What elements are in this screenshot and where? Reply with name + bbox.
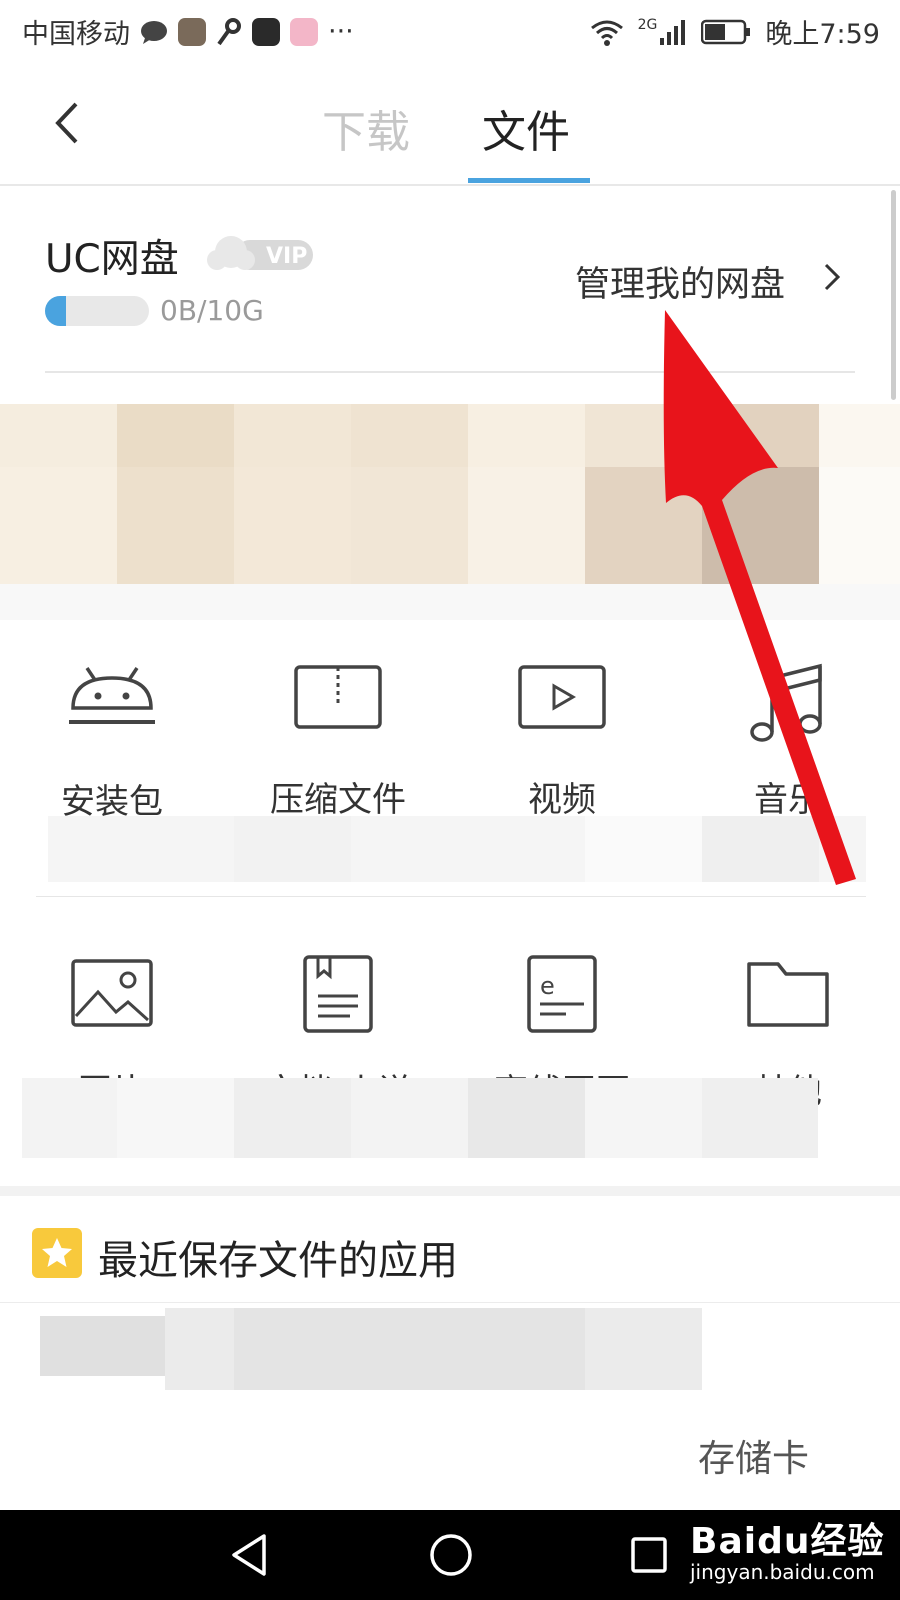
active-tab-indicator bbox=[468, 178, 590, 183]
storage-usage-text: 0B/10G bbox=[160, 294, 264, 327]
network-type-label: 2G bbox=[637, 16, 658, 33]
status-bar: 中国移动 ··· 2G 晚上7:59 bbox=[0, 0, 900, 62]
battery-icon bbox=[701, 19, 751, 44]
offline-webpage-icon: e bbox=[527, 955, 597, 1033]
category-documents[interactable]: 文档/小说 bbox=[238, 954, 438, 1112]
category-zip[interactable]: 压缩文件 bbox=[238, 664, 438, 834]
more-notifications: ··· bbox=[328, 16, 354, 47]
nav-back-icon[interactable] bbox=[228, 1532, 272, 1578]
mosaic-cell bbox=[0, 467, 117, 584]
mosaic-cell bbox=[585, 467, 702, 584]
message-icon bbox=[141, 20, 167, 44]
category-other[interactable]: 其他 bbox=[688, 958, 888, 1112]
video-play-icon bbox=[518, 665, 606, 729]
tab-download[interactable]: 下载 bbox=[322, 96, 410, 160]
recent-apps-title: 最近保存文件的应用 bbox=[98, 1238, 458, 1284]
category-label: 压缩文件 bbox=[270, 780, 406, 820]
status-left: 中国移动 ··· bbox=[22, 12, 354, 51]
back-arrow-icon[interactable] bbox=[52, 100, 82, 146]
mosaic-cell bbox=[702, 467, 819, 584]
mosaic-cell bbox=[117, 1078, 234, 1158]
vip-label: VIP bbox=[266, 244, 308, 269]
divider bbox=[0, 1302, 900, 1303]
mosaic-cell bbox=[234, 404, 351, 467]
nav-home-icon[interactable] bbox=[428, 1532, 474, 1578]
carrier-label: 中国移动 bbox=[22, 19, 130, 50]
top-nav-header: 下载 文件 bbox=[0, 62, 900, 186]
star-icon bbox=[32, 1228, 82, 1278]
status-right: 2G 晚上7:59 bbox=[590, 12, 880, 51]
mosaic-cell bbox=[40, 1316, 165, 1376]
clock: 晚上7:59 bbox=[765, 19, 880, 50]
key-icon bbox=[217, 17, 241, 45]
mosaic-cell bbox=[702, 816, 819, 882]
mosaic-cell bbox=[165, 1308, 235, 1390]
divider bbox=[45, 371, 855, 373]
document-icon bbox=[303, 955, 373, 1033]
tab-files[interactable]: 文件 bbox=[482, 96, 570, 160]
scrollbar[interactable] bbox=[891, 190, 896, 400]
mosaic-cell bbox=[351, 467, 468, 584]
category-video[interactable]: 视频 bbox=[462, 664, 662, 834]
mosaic-cell bbox=[819, 467, 900, 584]
mosaic-cell bbox=[468, 1078, 585, 1158]
mosaic-cell bbox=[585, 1078, 702, 1158]
category-apk[interactable]: 安装包 bbox=[12, 664, 212, 834]
mosaic-cell bbox=[117, 404, 234, 467]
watermark-url: jingyan.baidu.com bbox=[690, 1560, 875, 1584]
category-label: 音乐 bbox=[754, 780, 822, 820]
mosaic-cell bbox=[468, 467, 585, 584]
mosaic-cell bbox=[0, 584, 900, 620]
cloud-disk-title: UC网盘 bbox=[45, 237, 179, 282]
app-pink-icon bbox=[290, 17, 318, 46]
tiktok-icon bbox=[252, 17, 280, 46]
mosaic-cell bbox=[585, 816, 702, 882]
app-notification-icon bbox=[178, 17, 206, 46]
watermark-brand: Baidu经验 bbox=[690, 1521, 885, 1562]
storage-card-button[interactable]: 存储卡 bbox=[698, 1428, 809, 1482]
mosaic-cell bbox=[702, 404, 819, 467]
manage-cloud-disk-link[interactable]: 管理我的网盘 bbox=[575, 256, 785, 307]
image-icon bbox=[71, 959, 153, 1027]
nav-recents-icon[interactable] bbox=[630, 1536, 668, 1574]
folder-icon bbox=[747, 962, 829, 1027]
mosaic-cell bbox=[0, 404, 117, 467]
divider bbox=[36, 896, 866, 897]
storage-usage-bar bbox=[45, 296, 149, 326]
mosaic-cell bbox=[468, 404, 585, 467]
section-separator bbox=[0, 1186, 900, 1196]
mosaic-cell bbox=[117, 467, 234, 584]
mosaic-cell bbox=[819, 404, 900, 467]
mosaic-cell bbox=[351, 404, 468, 467]
baidu-watermark: Baidu经验 jingyan.baidu.com bbox=[690, 1512, 884, 1584]
wifi-icon bbox=[590, 20, 623, 46]
category-music[interactable]: 音乐 bbox=[688, 660, 888, 834]
mosaic-cell bbox=[234, 1078, 351, 1158]
category-offline-pages[interactable]: e 离线网页 bbox=[462, 954, 662, 1112]
svg-text:e: e bbox=[540, 972, 555, 1000]
music-note-icon bbox=[750, 663, 822, 742]
mosaic-cell bbox=[234, 816, 351, 882]
mosaic-cell bbox=[702, 1078, 818, 1158]
mosaic-cell bbox=[585, 404, 702, 467]
zip-archive-icon bbox=[294, 665, 382, 729]
signal-icon bbox=[660, 19, 686, 45]
category-label: 视频 bbox=[528, 780, 596, 820]
category-images[interactable]: 图片 bbox=[12, 958, 212, 1112]
mosaic-cell bbox=[234, 467, 351, 584]
mosaic-cell bbox=[585, 1308, 702, 1390]
chevron-right-icon[interactable] bbox=[822, 262, 842, 292]
storage-usage-fill bbox=[45, 296, 66, 326]
android-icon bbox=[69, 667, 155, 724]
